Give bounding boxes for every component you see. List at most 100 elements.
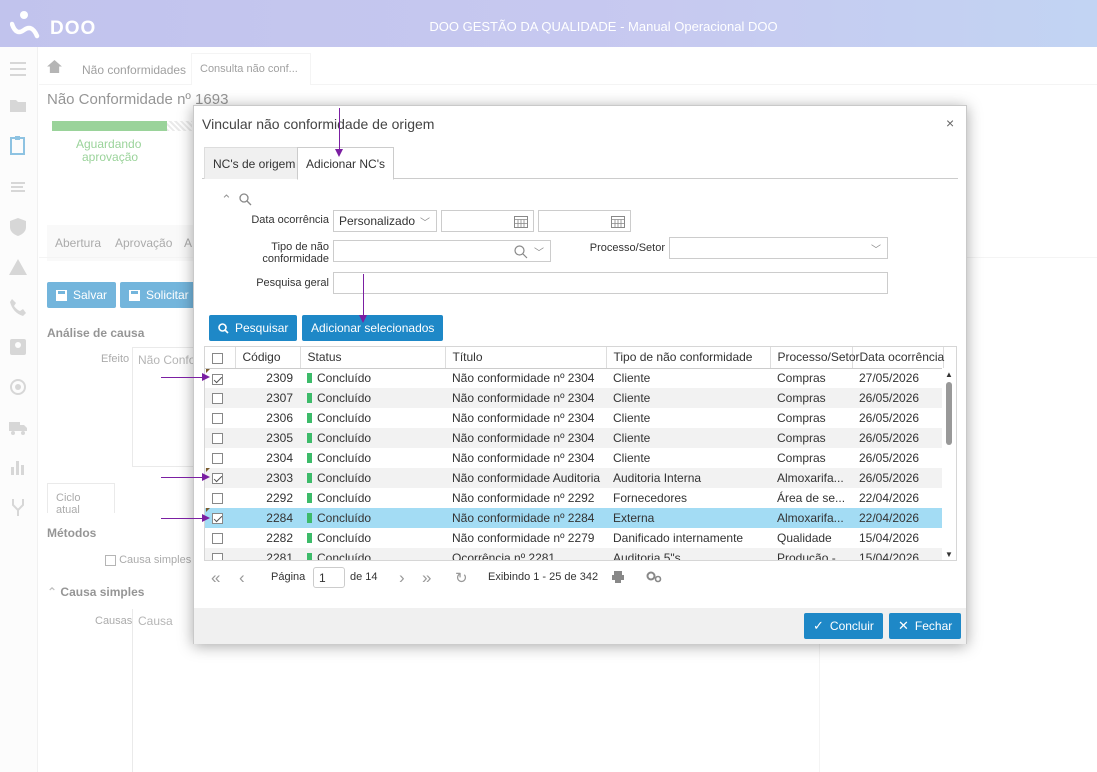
row-process: Qualidade [777, 531, 832, 545]
general-search-input[interactable] [333, 272, 888, 294]
row-code: 2284 [235, 508, 300, 528]
search-icon[interactable] [514, 245, 528, 259]
table-row[interactable]: 2282 Concluído Não conformidade nº 2279 Dan… [205, 528, 943, 548]
scrollbar-thumb[interactable] [946, 382, 952, 445]
end-date-field[interactable] [538, 210, 631, 232]
chevron-down-icon[interactable]: ﹀ [534, 244, 544, 259]
tab-origin-ncs[interactable]: NC's de origem [204, 147, 305, 179]
collapse-filter-icon[interactable]: ⌃ [221, 192, 232, 208]
prev-page-icon[interactable]: ‹ [239, 568, 245, 588]
row-type: Cliente [606, 388, 770, 408]
nc-type-field[interactable]: ﹀ [333, 240, 551, 262]
row-type: Cliente [606, 428, 770, 448]
tab-add-ncs[interactable]: Adicionar NC's [297, 147, 394, 180]
general-search-label: Pesquisa geral [256, 277, 329, 289]
first-page-icon[interactable]: « [211, 568, 220, 588]
add-selected-button[interactable]: Adicionar selecionados [302, 315, 444, 341]
row-title: Não conformidade nº 2304 [452, 411, 595, 425]
refresh-icon[interactable]: ↻ [455, 569, 468, 587]
check-icon: ✓ [813, 618, 824, 633]
row-title: Não conformidade nº 2292 [452, 491, 595, 505]
row-date: 27/05/2026 [859, 371, 920, 386]
row-checkbox[interactable] [205, 408, 235, 428]
nc-type-label: Tipo de não conformidade [262, 241, 329, 265]
table-row[interactable]: 2306 Concluído Não conformidade nº 2304 Cli… [205, 408, 943, 428]
row-type: Cliente [613, 411, 651, 425]
row-code: 2307 [235, 388, 300, 408]
table-row[interactable]: 2304 Concluído Não conformidade nº 2304 Cli… [205, 448, 943, 468]
chevron-down-icon: ﹀ [420, 217, 430, 229]
row-checkbox[interactable] [205, 488, 235, 508]
conclude-button[interactable]: ✓ Concluir [804, 613, 883, 639]
row-title: Não conformidade nº 2304 [452, 451, 595, 465]
close-button[interactable]: ✕ Fechar [889, 613, 962, 639]
annotation-arrow [161, 477, 203, 478]
column-header[interactable]: Data ocorrência [852, 347, 944, 369]
status-dot-icon [307, 433, 312, 443]
status-dot-icon [307, 513, 312, 523]
settings-icon[interactable] [646, 571, 662, 583]
annotation-arrow [363, 274, 364, 316]
row-checkbox[interactable] [205, 428, 235, 448]
row-type: Auditoria 5"s [606, 548, 770, 560]
row-title: Não conformidade nº 2284 [445, 508, 606, 528]
row-date: 15/04/2026 [859, 531, 920, 545]
row-title: Ocorrência nº 2281 [445, 548, 606, 560]
start-date-field[interactable] [441, 210, 534, 232]
date-mode-select[interactable]: Personalizado ﹀ [333, 210, 437, 232]
page-number-input[interactable]: 1 [313, 567, 345, 588]
column-header[interactable]: Tipo de não conformidade [606, 347, 771, 369]
table-row[interactable]: 2305 Concluído Não conformidade nº 2304 Cli… [205, 428, 943, 448]
row-code: 2282 [266, 531, 293, 545]
scrollbar[interactable]: ▲ ▼ [942, 368, 956, 560]
last-page-icon[interactable]: » [422, 568, 431, 588]
scroll-up-icon[interactable]: ▲ [945, 370, 953, 379]
row-checkbox[interactable] [205, 548, 235, 560]
table-row[interactable]: 2281 Concluído Ocorrência nº 2281 Auditoria… [205, 548, 943, 560]
row-code: 2303 [235, 468, 300, 488]
row-date: 26/05/2026 [852, 388, 943, 408]
row-process: Produção - [770, 548, 852, 560]
row-checkbox[interactable] [205, 448, 235, 468]
status-dot-icon [307, 493, 312, 503]
status-dot-icon [307, 473, 312, 483]
page-count: de 14 [350, 571, 378, 583]
row-status: Concluído [300, 388, 445, 408]
column-header[interactable]: Status [300, 347, 446, 369]
row-title: Não conformidade nº 2304 [445, 428, 606, 448]
row-code: 2292 [266, 491, 293, 505]
dialog-title: Vincular não conformidade de origem [202, 116, 435, 132]
search-button[interactable]: Pesquisar [209, 315, 298, 341]
table-row[interactable]: 2307 Concluído Não conformidade nº 2304 Cli… [205, 388, 943, 408]
column-header[interactable]: Processo/Setor [770, 347, 860, 369]
row-code: 2309 [266, 371, 293, 386]
search-icon [218, 322, 229, 334]
process-select[interactable]: ﹀ [669, 237, 888, 259]
annotation-arrow [202, 514, 210, 522]
row-code: 2304 [266, 451, 293, 465]
row-status: Concluído [300, 408, 445, 428]
table-row[interactable]: 2284 Concluído Não conformidade nº 2284 Ext… [205, 508, 943, 528]
print-icon[interactable] [612, 571, 624, 583]
row-date: 22/04/2026 [852, 508, 943, 528]
close-icon[interactable]: × [946, 115, 954, 131]
select-all-checkbox[interactable] [205, 347, 236, 369]
column-header[interactable]: Código [235, 347, 301, 369]
table-row[interactable]: 2292 Concluído Não conformidade nº 2292 For… [205, 488, 943, 508]
calendar-icon[interactable] [514, 215, 528, 228]
row-checkbox[interactable] [205, 528, 235, 548]
table-row[interactable]: 2303 Concluído Não conformidade Auditoria A… [205, 468, 943, 488]
table-row[interactable]: 2309 Concluído Não conformidade nº 2304 Cli… [205, 368, 943, 388]
calendar-icon[interactable] [611, 215, 625, 228]
row-date: 26/05/2026 [852, 468, 943, 488]
annotation-arrow [202, 373, 210, 381]
scroll-down-icon[interactable]: ▼ [945, 550, 953, 559]
next-page-icon[interactable]: › [399, 568, 405, 588]
row-checkbox[interactable] [205, 388, 235, 408]
row-code: 2281 [235, 548, 300, 560]
column-header[interactable]: Título [445, 347, 607, 369]
row-process: Compras [777, 451, 826, 465]
row-title: Não conformidade nº 2304 [452, 371, 595, 386]
annotation-arrow [359, 315, 367, 323]
close-icon: ✕ [898, 618, 909, 633]
